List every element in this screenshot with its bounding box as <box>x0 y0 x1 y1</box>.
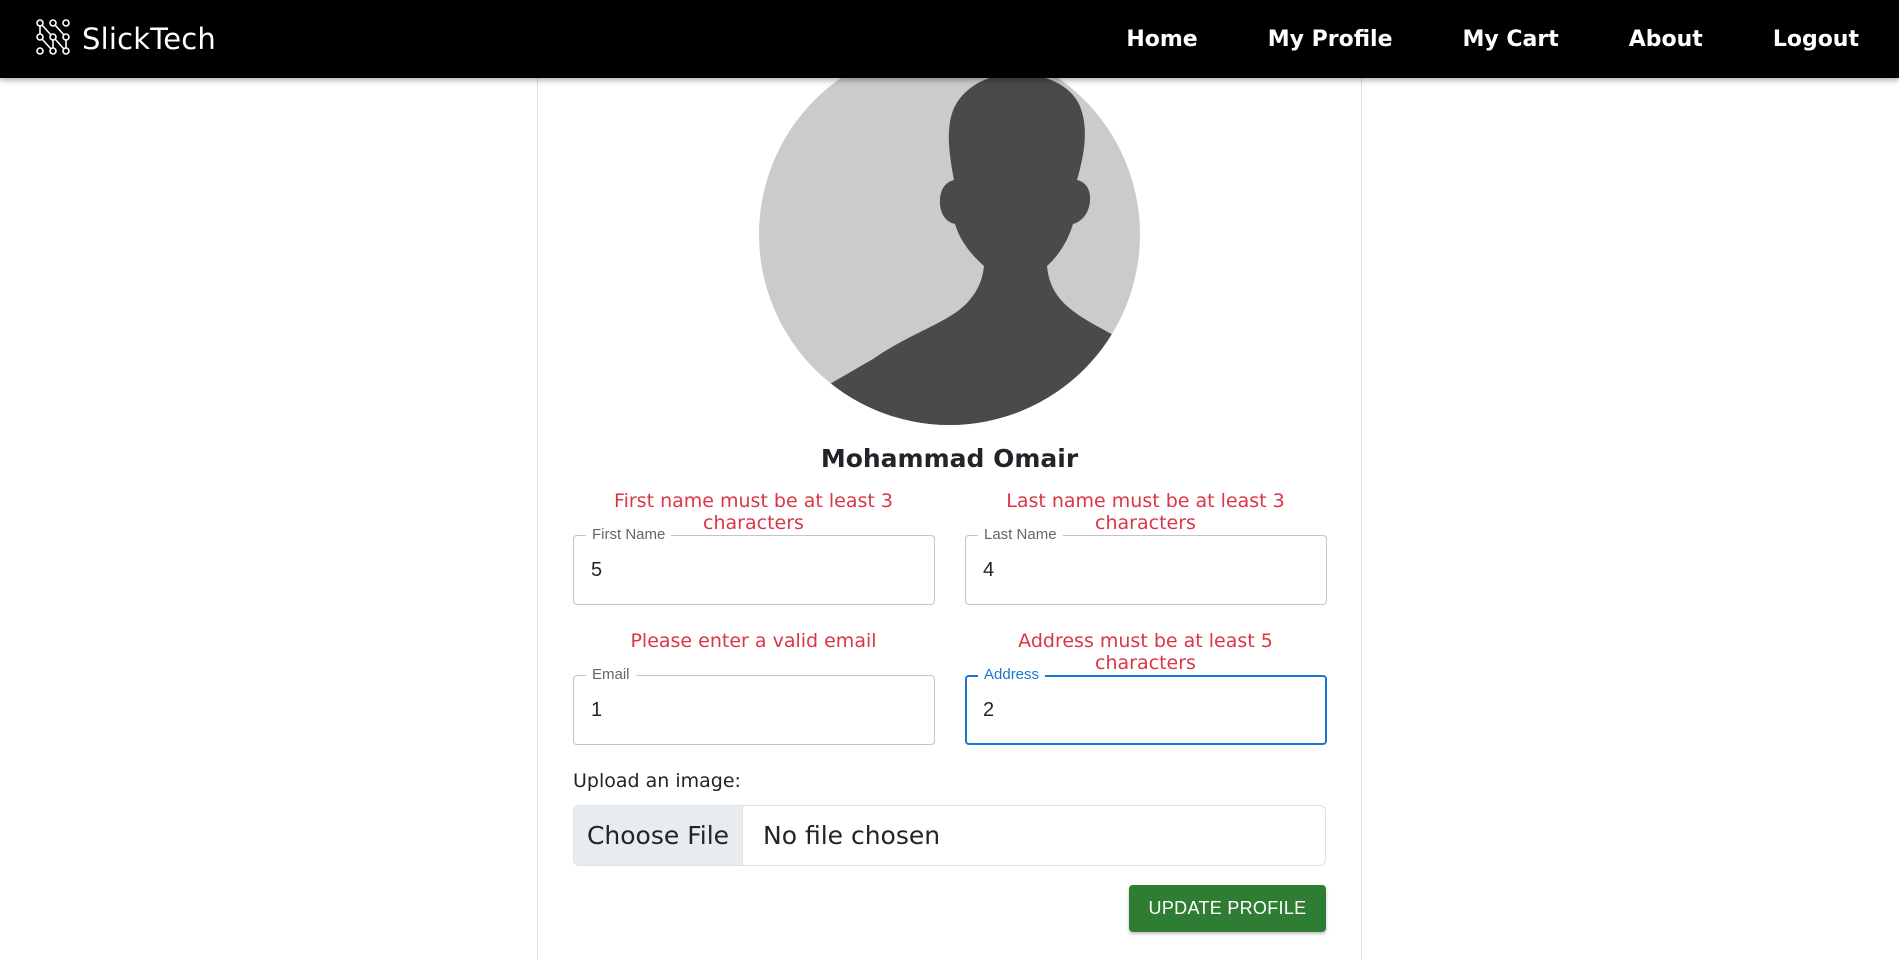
first-name-input[interactable] <box>591 536 921 604</box>
nav-about[interactable]: About <box>1629 27 1703 52</box>
email-error: Please enter a valid email <box>630 630 877 652</box>
last-name-field[interactable]: Last Name <box>965 526 1327 605</box>
update-profile-button[interactable]: UPDATE PROFILE <box>1129 885 1326 932</box>
first-name-field[interactable]: First Name <box>573 526 935 605</box>
address-field[interactable]: Address <box>965 666 1327 745</box>
file-status: No file chosen <box>763 821 941 850</box>
nav-my-profile[interactable]: My Profile <box>1268 27 1393 52</box>
nav-home[interactable]: Home <box>1126 27 1197 52</box>
email-field[interactable]: Email <box>573 666 935 745</box>
navbar: SlickTech Home My Profile My Cart About … <box>0 0 1899 78</box>
circuit-logo-icon <box>34 18 72 60</box>
nav-logout[interactable]: Logout <box>1773 27 1859 52</box>
profile-full-name: Mohammad Omair <box>820 444 1079 473</box>
nav-links: Home My Profile My Cart About Logout <box>1056 0 1859 78</box>
brand-name: SlickTech <box>82 22 217 56</box>
email-input[interactable] <box>591 676 921 744</box>
choose-file-button[interactable]: Choose File <box>574 806 743 865</box>
last-name-input[interactable] <box>983 536 1313 604</box>
address-input[interactable] <box>983 677 1313 743</box>
brand-link[interactable]: SlickTech <box>34 18 216 60</box>
file-input[interactable]: Choose File No file chosen <box>573 805 1326 866</box>
upload-label: Upload an image: <box>573 770 741 792</box>
default-user-avatar-icon <box>759 44 1140 425</box>
nav-my-cart[interactable]: My Cart <box>1462 27 1558 52</box>
